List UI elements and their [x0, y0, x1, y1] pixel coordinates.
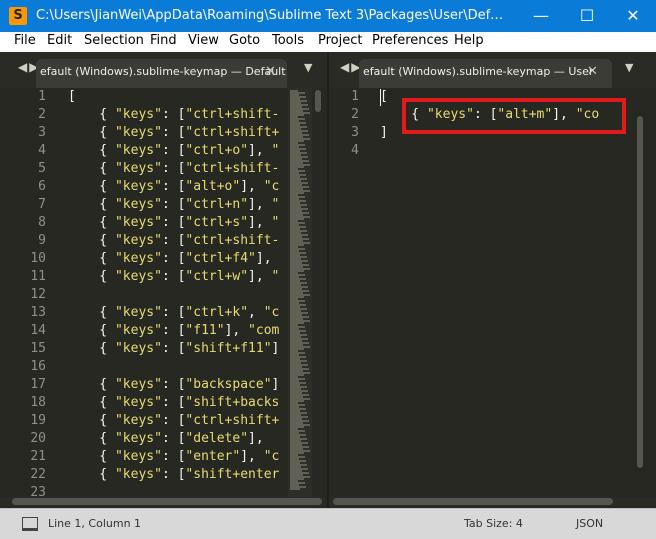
code-line[interactable]: { "keys": ["ctrl+n"], " [68, 197, 279, 212]
tab-menu-icon[interactable]: ▼ [304, 61, 312, 74]
right-tab-bar: ◀▶ efault (Windows).sublime-keymap — Use… [329, 52, 656, 88]
title-bar: S C:\Users\JianWei\AppData\Roaming\Subli… [0, 0, 656, 32]
tab-close-icon[interactable]: ✕ [587, 64, 598, 79]
code-line[interactable]: { "keys": ["delete"], [68, 431, 263, 446]
line-number: 12 [30, 287, 46, 302]
close-button[interactable]: ✕ [610, 0, 656, 32]
menu-project[interactable]: Project [318, 33, 362, 48]
menu-edit[interactable]: Edit [47, 33, 72, 48]
code-line[interactable]: { "keys": ["ctrl+k", "c [68, 305, 279, 320]
text-cursor [380, 89, 381, 106]
annotation-highlight-box [402, 98, 626, 134]
code-line[interactable]: { "keys": ["ctrl+shift- [68, 233, 279, 248]
code-line[interactable]: [ [68, 89, 76, 104]
line-number: 3 [38, 125, 46, 140]
line-number: 9 [38, 233, 46, 248]
line-number: 17 [30, 377, 46, 392]
menu-selection[interactable]: Selection [84, 33, 144, 48]
code-line[interactable]: [ [380, 89, 388, 104]
vertical-scrollbar[interactable] [315, 90, 321, 112]
left-tab-bar: ◀▶ efault (Windows).sublime-keymap — Def… [0, 52, 327, 88]
line-number: 2 [351, 107, 359, 122]
line-number: 21 [30, 449, 46, 464]
code-line[interactable]: { "keys": ["ctrl+shift+ [68, 125, 279, 140]
cursor-position: Line 1, Column 1 [48, 517, 142, 530]
left-horizontal-scrollbar[interactable] [0, 497, 327, 506]
syntax-mode[interactable]: JSON [576, 517, 603, 530]
line-number: 14 [30, 323, 46, 338]
menu-tools[interactable]: Tools [272, 33, 304, 48]
menu-file[interactable]: File [14, 33, 36, 48]
window-title: C:\Users\JianWei\AppData\Roaming\Sublime… [36, 8, 506, 23]
show-panel-icon[interactable] [22, 517, 38, 531]
menu-view[interactable]: View [188, 33, 219, 48]
menu-goto[interactable]: Goto [229, 33, 260, 48]
code-line[interactable]: { "keys": ["shift+f11"] [68, 341, 279, 356]
minimap[interactable] [288, 88, 312, 497]
code-line[interactable]: { "keys": ["ctrl+s"], " [68, 215, 279, 230]
tab-close-icon[interactable]: ✕ [265, 64, 276, 79]
line-number: 10 [30, 251, 46, 266]
code-line[interactable]: { "keys": ["alt+o"], "c [68, 179, 279, 194]
line-number: 22 [30, 467, 46, 482]
line-number: 8 [38, 215, 46, 230]
code-line[interactable]: { "keys": ["ctrl+o"], " [68, 143, 279, 158]
line-number: 15 [30, 341, 46, 356]
line-number: 23 [30, 485, 46, 497]
code-line[interactable]: { "keys": ["ctrl+f4"], [68, 251, 271, 266]
code-line[interactable]: { "keys": ["shift+enter [68, 467, 279, 482]
line-number: 16 [30, 359, 46, 374]
code-line[interactable]: { "keys": ["ctrl+shift+ [68, 413, 279, 428]
tab-default-keymap[interactable]: efault (Windows).sublime-keymap — Defaul… [36, 59, 287, 88]
menu-find[interactable]: Find [150, 33, 177, 48]
line-number: 20 [30, 431, 46, 446]
tab-title: efault (Windows).sublime-keymap — Defaul… [40, 65, 286, 78]
code-line[interactable]: ] [380, 125, 388, 140]
vertical-scrollbar[interactable] [637, 116, 643, 468]
status-bar: Line 1, Column 1 Tab Size: 4 JSON [0, 508, 656, 539]
line-number: 2 [38, 107, 46, 122]
sublime-app-icon: S [9, 7, 27, 25]
line-number: 4 [351, 143, 359, 158]
line-number: 4 [38, 143, 46, 158]
line-number: 3 [351, 125, 359, 140]
line-number: 6 [38, 179, 46, 194]
code-line[interactable]: { "keys": ["ctrl+shift- [68, 107, 279, 122]
left-editor-pane[interactable]: 1 [2 { "keys": ["ctrl+shift- 3 { "keys": [… [0, 88, 327, 497]
line-number: 11 [30, 269, 46, 284]
horizontal-scroll-thumb[interactable] [12, 498, 322, 505]
minimize-button[interactable]: — [518, 0, 564, 32]
horizontal-scroll-thumb[interactable] [333, 498, 613, 505]
line-number: 18 [30, 395, 46, 410]
code-line[interactable]: { "keys": ["enter"], "c [68, 449, 279, 464]
right-horizontal-scrollbar[interactable] [329, 497, 656, 506]
line-number: 19 [30, 413, 46, 428]
menu-bar: File Edit Selection Find View Goto Tools… [0, 32, 656, 52]
tab-menu-icon[interactable]: ▼ [625, 61, 633, 74]
line-number: 13 [30, 305, 46, 320]
code-line[interactable]: { "keys": ["shift+backs [68, 395, 279, 410]
line-number: 7 [38, 197, 46, 212]
right-editor-pane[interactable]: 1[2 { "keys": ["alt+m"], "co 3] 4 [329, 88, 656, 497]
line-number: 5 [38, 161, 46, 176]
tab-title: efault (Windows).sublime-keymap — User [363, 65, 594, 78]
maximize-button[interactable]: ☐ [564, 0, 610, 32]
tab-size[interactable]: Tab Size: 4 [464, 517, 523, 530]
menu-help[interactable]: Help [454, 33, 484, 48]
code-line[interactable]: { "keys": ["ctrl+w"], " [68, 269, 279, 284]
line-number: 1 [351, 89, 359, 104]
menu-preferences[interactable]: Preferences [372, 33, 448, 48]
minimap-line [290, 488, 300, 490]
line-number: 1 [38, 89, 46, 104]
code-line[interactable]: { "keys": ["backspace"] [68, 377, 279, 392]
tab-user-keymap[interactable]: efault (Windows).sublime-keymap — User ✕ [359, 59, 612, 88]
code-line[interactable]: { "keys": ["f11"], "com [68, 323, 279, 338]
code-line[interactable]: { "keys": ["ctrl+shift- [68, 161, 279, 176]
